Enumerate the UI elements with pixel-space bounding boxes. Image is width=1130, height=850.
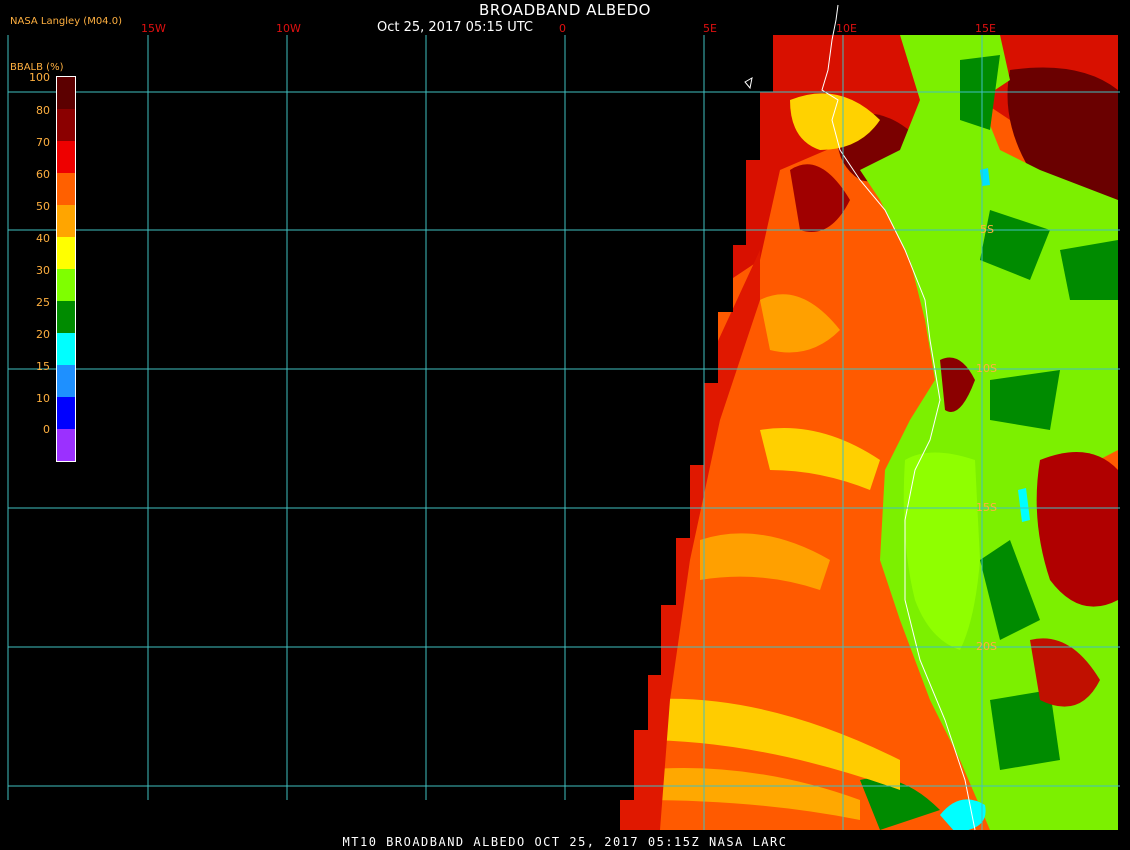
legend-tick-label: 100 [29, 71, 50, 84]
lat-label-5s: 5S [980, 223, 994, 236]
legend-tick-label: 15 [36, 360, 50, 373]
legend-tick-label: 0 [43, 423, 50, 436]
legend-swatch [57, 333, 75, 365]
legend-swatch [57, 365, 75, 397]
island-outline [744, 77, 753, 90]
legend-swatch [57, 173, 75, 205]
footer-caption: MT10 BROADBAND ALBEDO OCT 25, 2017 05:15… [342, 835, 788, 849]
legend-tick-label: 10 [36, 392, 50, 405]
lon-label-10w: 10W [276, 22, 301, 35]
lat-label-20s: 20S [976, 640, 997, 653]
legend-tick-label: 40 [36, 232, 50, 245]
legend-tick-label: 80 [36, 104, 50, 117]
albedo-map [7, 4, 1120, 831]
legend-swatch [57, 205, 75, 237]
legend-tick-label: 60 [36, 168, 50, 181]
lon-label-15e: 15E [975, 22, 996, 35]
legend-swatch [57, 237, 75, 269]
legend-tick-label: 70 [36, 136, 50, 149]
lon-label-0: 0 [559, 22, 566, 35]
lat-label-15s: 15S [976, 501, 997, 514]
legend-swatch [57, 109, 75, 141]
legend-tick-label: 50 [36, 200, 50, 213]
albedo-swath [620, 35, 1118, 830]
legend-swatch [57, 77, 75, 109]
legend-tick-label: 20 [36, 328, 50, 341]
lon-label-10e: 10E [836, 22, 857, 35]
legend-swatch [57, 301, 75, 333]
legend-tick-label: 30 [36, 264, 50, 277]
legend-swatch [57, 269, 75, 301]
legend-swatch [57, 429, 75, 461]
legend-swatch [57, 397, 75, 429]
lat-label-10s: 10S [976, 362, 997, 375]
color-legend [56, 76, 76, 462]
legend-swatch [57, 141, 75, 173]
lon-label-15w: 15W [141, 22, 166, 35]
lon-label-5e: 5E [703, 22, 717, 35]
map-title: BROADBAND ALBEDO [479, 1, 651, 19]
legend-tick-label: 25 [36, 296, 50, 309]
